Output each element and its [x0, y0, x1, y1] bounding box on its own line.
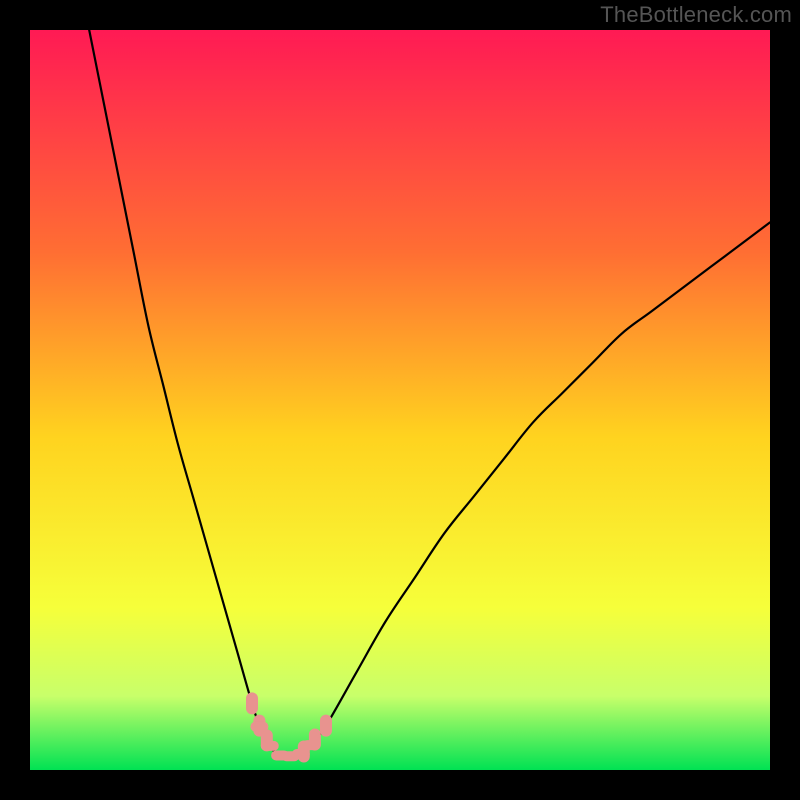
chart-frame: TheBottleneck.com: [0, 0, 800, 800]
plot-background: [30, 30, 770, 770]
trough-marker: [246, 692, 258, 714]
trough-marker: [261, 741, 279, 751]
trough-marker: [250, 722, 268, 732]
watermark-text: TheBottleneck.com: [600, 2, 792, 28]
trough-marker: [320, 715, 332, 737]
bottleneck-chart: [0, 0, 800, 800]
trough-marker: [292, 749, 310, 759]
trough-marker: [302, 740, 320, 750]
